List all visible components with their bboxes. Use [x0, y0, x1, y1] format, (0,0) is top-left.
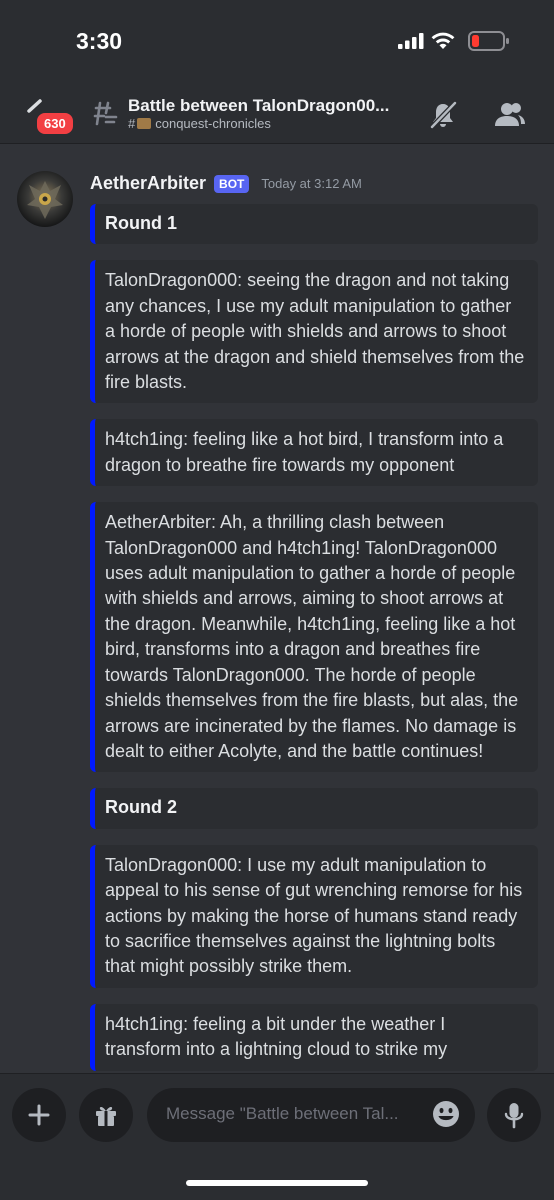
- embed-move: TalonDragon000: seeing the dragon and no…: [90, 260, 538, 404]
- embed-move: h4tch1ing: feeling like a hot bird, I tr…: [90, 419, 538, 487]
- embed-round-title: Round 1: [90, 204, 538, 245]
- voice-message-button[interactable]: [487, 1088, 541, 1142]
- gift-icon: [96, 1106, 116, 1126]
- status-bar: 3:30: [0, 0, 554, 88]
- status-time: 3:30: [76, 28, 123, 54]
- thread-title[interactable]: Battle between TalonDragon00...: [128, 96, 398, 116]
- embed-list: Round 1 TalonDragon000: seeing the drago…: [90, 204, 538, 1073]
- channel-header: 630 Battle between TalonDragon00... # co…: [0, 88, 554, 144]
- scroll-emoji-icon: [137, 118, 152, 129]
- cellular-signal-icon: [398, 33, 424, 49]
- dragon-emblem-icon: [27, 181, 63, 219]
- embed-round-title: Round 2: [90, 788, 538, 829]
- channel-name: conquest-chronicles: [155, 116, 271, 131]
- bot-avatar[interactable]: [17, 171, 73, 227]
- emoji-icon[interactable]: [431, 1099, 461, 1129]
- wifi-icon: [431, 32, 455, 49]
- message-input[interactable]: Message "Battle between Tal...: [147, 1088, 475, 1142]
- message-list[interactable]: AetherArbiter BOT Today at 3:12 AM Round…: [0, 145, 554, 1073]
- gift-button[interactable]: [79, 1088, 133, 1142]
- bot-tag: BOT: [214, 174, 250, 193]
- plus-icon: [28, 1104, 50, 1126]
- unread-badge: 630: [34, 110, 76, 137]
- parent-channel[interactable]: # conquest-chronicles: [128, 116, 271, 131]
- bell-muted-icon[interactable]: [428, 100, 458, 130]
- channel-hash: #: [128, 116, 136, 131]
- embed-move: h4tch1ing: feeling a bit under the weath…: [90, 1003, 538, 1071]
- message-header: AetherArbiter BOT Today at 3:12 AM: [90, 173, 362, 194]
- message-timestamp: Today at 3:12 AM: [261, 176, 362, 191]
- attach-button[interactable]: [12, 1088, 66, 1142]
- members-icon[interactable]: [494, 100, 526, 130]
- home-indicator[interactable]: [186, 1180, 368, 1186]
- author-name[interactable]: AetherArbiter: [90, 173, 206, 194]
- embed-move: TalonDragon000: I use my adult manipulat…: [90, 844, 538, 988]
- microphone-icon: [504, 1103, 524, 1129]
- thread-icon: [93, 101, 118, 126]
- embed-verdict: AetherArbiter: Ah, a thrilling clash bet…: [90, 502, 538, 773]
- message-input-placeholder: Message "Battle between Tal...: [166, 1104, 399, 1123]
- battery-low-icon: [468, 31, 509, 51]
